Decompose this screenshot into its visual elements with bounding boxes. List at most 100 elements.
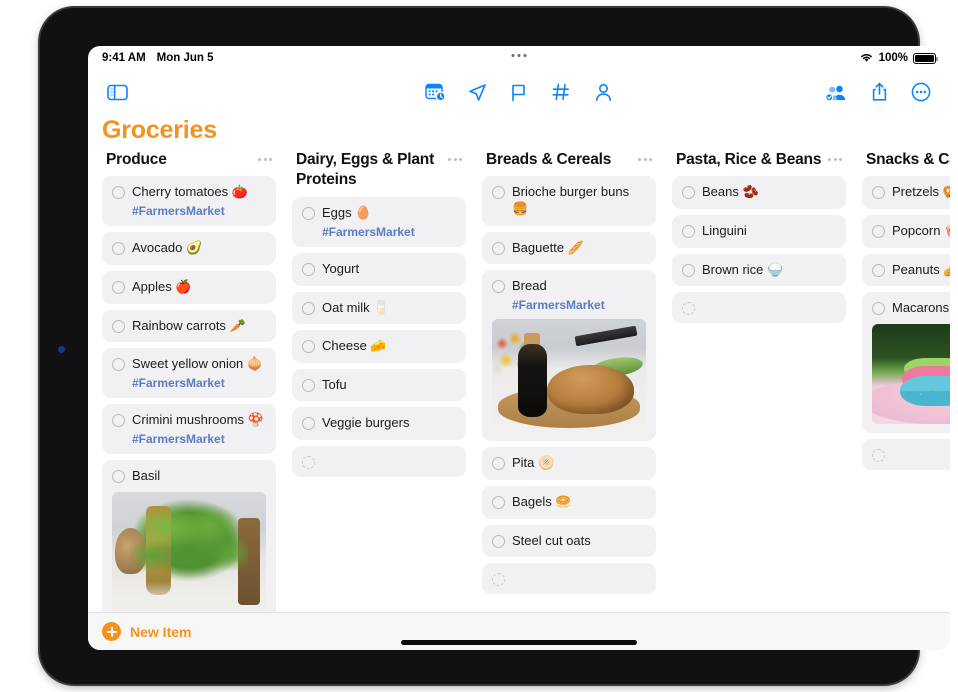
list-item[interactable]: Peanuts 🥜 — [862, 253, 950, 287]
list-item[interactable]: Beans 🫘 — [672, 176, 846, 210]
new-item-placeholder[interactable] — [672, 292, 846, 324]
column-menu-icon[interactable] — [258, 158, 272, 161]
ipad-screen: 9:41 AM Mon Jun 5 100% Groceries Produce… — [88, 46, 950, 650]
checkbox-circle-icon[interactable] — [302, 301, 315, 315]
list-item[interactable]: Avocado 🥑 — [102, 232, 276, 266]
checkbox-circle-icon[interactable] — [872, 302, 885, 316]
list-item[interactable]: Pita 🫓 — [482, 447, 656, 480]
checkbox-circle-icon[interactable] — [492, 573, 505, 587]
flag-icon[interactable] — [504, 77, 534, 107]
list-item-tag[interactable]: #FarmersMarket — [132, 204, 266, 218]
checkbox-circle-icon[interactable] — [872, 225, 885, 239]
list-item[interactable]: Apples 🍎 — [102, 271, 276, 304]
new-item-placeholder[interactable] — [862, 438, 950, 470]
list-item[interactable]: Yogurt — [292, 252, 466, 286]
checkbox-circle-icon[interactable] — [112, 186, 125, 200]
new-item-placeholder[interactable] — [482, 563, 656, 595]
column-menu-icon[interactable] — [638, 158, 652, 161]
location-arrow-icon[interactable] — [462, 77, 492, 107]
list-item-photo — [492, 319, 646, 433]
checkbox-circle-icon[interactable] — [112, 470, 125, 484]
list-item-row: Yogurt — [302, 261, 456, 278]
multitask-dots-icon[interactable] — [511, 54, 527, 57]
list-item[interactable]: Sweet yellow onion 🧅 #FarmersMarket — [102, 348, 276, 399]
checkbox-circle-icon[interactable] — [302, 378, 315, 392]
list-item-row: Eggs 🥚 — [302, 205, 456, 222]
checkbox-circle-icon[interactable] — [112, 319, 125, 333]
checkbox-circle-icon[interactable] — [492, 280, 505, 294]
checkbox-circle-icon[interactable] — [302, 456, 315, 470]
list-item[interactable]: Bread #FarmersMarket — [482, 270, 656, 442]
list-item[interactable]: Oat milk 🥛 — [292, 291, 466, 325]
list-item-tag[interactable]: #FarmersMarket — [132, 432, 266, 446]
list-item-tag[interactable]: #FarmersMarket — [132, 376, 266, 390]
checkbox-circle-icon[interactable] — [112, 414, 125, 428]
checkbox-circle-icon[interactable] — [492, 495, 505, 509]
checkbox-circle-icon[interactable] — [872, 263, 885, 277]
hashtag-icon[interactable] — [546, 77, 576, 107]
checkbox-circle-icon[interactable] — [302, 340, 315, 354]
column-menu-icon[interactable] — [448, 158, 462, 161]
list-item-label: Rainbow carrots 🥕 — [132, 317, 246, 333]
list-item[interactable]: Bagels 🥯 — [482, 485, 656, 519]
list-item[interactable]: Basil — [102, 460, 276, 612]
checkbox-circle-icon[interactable] — [492, 457, 505, 471]
list-item-tag[interactable]: #FarmersMarket — [322, 225, 456, 239]
dot — [459, 158, 462, 161]
dot — [828, 158, 831, 161]
list-item-row: Veggie burgers — [302, 415, 456, 432]
checkbox-circle-icon[interactable] — [302, 262, 315, 276]
checkbox-circle-icon[interactable] — [872, 448, 885, 462]
list-item[interactable]: Tofu — [292, 368, 466, 402]
new-item-button[interactable]: New Item — [102, 622, 191, 641]
checkbox-circle-icon[interactable] — [682, 225, 695, 239]
checkbox-circle-icon[interactable] — [112, 242, 125, 256]
collaborate-icon[interactable] — [822, 77, 852, 107]
list-item[interactable]: Crimini mushrooms 🍄 #FarmersMarket — [102, 404, 276, 455]
list-item[interactable]: Baguette 🥖 — [482, 231, 656, 265]
dot — [649, 158, 652, 161]
checkbox-circle-icon[interactable] — [682, 186, 695, 200]
list-item-row: Bagels 🥯 — [492, 494, 646, 511]
list-item[interactable]: Eggs 🥚 #FarmersMarket — [292, 196, 466, 247]
lists-board: Produce Cherry tomatoes 🍅 #FarmersMarket Av… — [88, 150, 950, 612]
checkbox-circle-icon[interactable] — [872, 186, 885, 200]
list-item[interactable]: Cherry tomatoes 🍅 #FarmersMarket — [102, 176, 276, 227]
sidebar-toggle-icon[interactable] — [102, 77, 132, 107]
column-menu-icon[interactable] — [828, 158, 842, 161]
list-item-row: Brown rice 🍚 — [682, 262, 836, 279]
list-item[interactable]: Brown rice 🍚 — [672, 253, 846, 287]
list-item-photo — [872, 323, 950, 424]
list-item[interactable]: Steel cut oats — [482, 524, 656, 558]
checkbox-circle-icon[interactable] — [112, 281, 125, 295]
list-item-row: Cherry tomatoes 🍅 — [112, 184, 266, 201]
list-item[interactable]: Macarons — [862, 292, 950, 433]
checkbox-circle-icon[interactable] — [492, 186, 505, 200]
list-item[interactable]: Rainbow carrots 🥕 — [102, 309, 276, 343]
checkbox-circle-icon[interactable] — [302, 206, 315, 220]
list-item[interactable]: Linguini — [672, 215, 846, 248]
list-item[interactable]: Cheese 🧀 — [292, 330, 466, 363]
person-icon[interactable] — [588, 77, 618, 107]
list-item[interactable]: Veggie burgers — [292, 407, 466, 441]
checkbox-circle-icon[interactable] — [492, 241, 505, 255]
checkbox-circle-icon[interactable] — [682, 263, 695, 277]
dot — [833, 158, 837, 161]
checkbox-circle-icon[interactable] — [112, 358, 125, 372]
more-options-icon[interactable] — [906, 77, 936, 107]
list-item-label: Apples 🍎 — [132, 279, 192, 295]
checkbox-circle-icon[interactable] — [302, 417, 315, 431]
status-date: Mon Jun 5 — [156, 52, 214, 64]
list-item-tag[interactable]: #FarmersMarket — [512, 298, 646, 312]
checkbox-circle-icon[interactable] — [492, 534, 505, 548]
checkbox-circle-icon[interactable] — [682, 302, 695, 316]
column-title: Produce — [106, 151, 167, 168]
list-item[interactable]: Pretzels 🥨 — [862, 176, 950, 210]
column-items: Beans 🫘 Linguini Brown rice 🍚 — [672, 176, 846, 324]
list-item[interactable]: Brioche burger buns 🍔 — [482, 176, 656, 226]
calendar-reminder-icon[interactable] — [420, 77, 450, 107]
share-icon[interactable] — [864, 77, 894, 107]
list-item[interactable]: Popcorn 🍿 — [862, 215, 950, 248]
new-item-placeholder[interactable] — [292, 446, 466, 478]
home-indicator[interactable] — [401, 640, 637, 645]
